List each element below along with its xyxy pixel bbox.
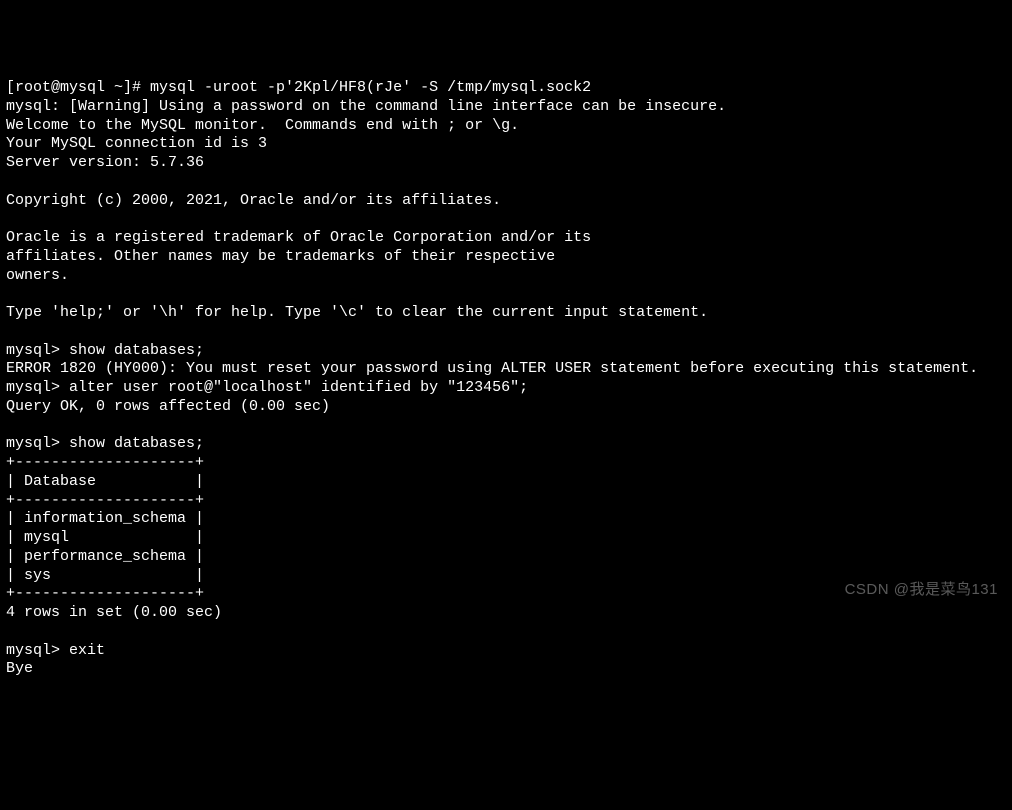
trademark-line-1: Oracle is a registered trademark of Orac…: [6, 229, 591, 246]
mysql-prompt-alter-user: mysql> alter user root@"localhost" ident…: [6, 379, 528, 396]
error-line: ERROR 1820 (HY000): You must reset your …: [6, 360, 978, 377]
watermark-text: CSDN @我是菜鸟131: [845, 581, 998, 600]
trademark-line-3: owners.: [6, 267, 69, 284]
table-border-mid: +--------------------+: [6, 492, 204, 509]
mysql-prompt-show-databases-1: mysql> show databases;: [6, 342, 204, 359]
help-line: Type 'help;' or '\h' for help. Type '\c'…: [6, 304, 708, 321]
bye-line: Bye: [6, 660, 33, 677]
query-ok-line: Query OK, 0 rows affected (0.00 sec): [6, 398, 330, 415]
table-row: | mysql |: [6, 529, 204, 546]
table-header: | Database |: [6, 473, 204, 490]
table-row: | sys |: [6, 567, 204, 584]
mysql-prompt-show-databases-2: mysql> show databases;: [6, 435, 204, 452]
rows-in-set-line: 4 rows in set (0.00 sec): [6, 604, 222, 621]
welcome-line: Welcome to the MySQL monitor. Commands e…: [6, 117, 519, 134]
trademark-line-2: affiliates. Other names may be trademark…: [6, 248, 555, 265]
table-border-bottom: +--------------------+: [6, 585, 204, 602]
connection-id-line: Your MySQL connection id is 3: [6, 135, 267, 152]
shell-prompt-line: [root@mysql ~]# mysql -uroot -p'2Kpl/HF8…: [6, 79, 591, 96]
warning-line: mysql: [Warning] Using a password on the…: [6, 98, 726, 115]
table-row: | performance_schema |: [6, 548, 204, 565]
server-version-line: Server version: 5.7.36: [6, 154, 204, 171]
mysql-prompt-exit: mysql> exit: [6, 642, 105, 659]
copyright-line: Copyright (c) 2000, 2021, Oracle and/or …: [6, 192, 501, 209]
table-border-top: +--------------------+: [6, 454, 204, 471]
table-row: | information_schema |: [6, 510, 204, 527]
